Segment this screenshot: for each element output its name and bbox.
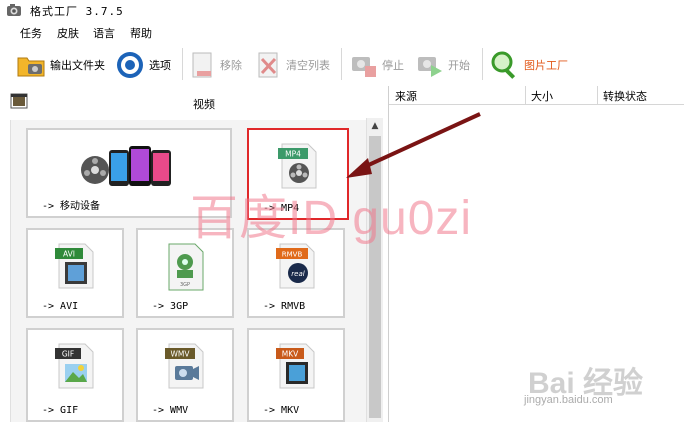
task-list-header: 来源 大小 转换状态 (389, 86, 684, 105)
wmv-badge: WMV (170, 350, 190, 359)
tile-avi[interactable]: AVI -> AVI (26, 228, 124, 318)
menu-task[interactable]: 任务 (20, 25, 42, 41)
3gp-file-icon: 3GP (168, 243, 204, 291)
options-label: 选项 (149, 59, 171, 72)
folder-icon (17, 57, 45, 77)
column-status[interactable]: 转换状态 (603, 88, 647, 104)
baidu-url: jingyan.baidu.com (524, 394, 613, 406)
mp4-badge: MP4 (285, 150, 301, 159)
start-icon (418, 57, 442, 77)
menu-language[interactable]: 语言 (93, 25, 115, 41)
clear-list-button[interactable]: 清空列表 (256, 48, 330, 82)
tile-gif-label: -> GIF (42, 405, 79, 416)
start-label: 开始 (448, 59, 470, 72)
svg-text:real: real (291, 270, 304, 278)
column-size[interactable]: 大小 (531, 88, 553, 104)
menu-skin[interactable]: 皮肤 (57, 25, 79, 41)
wmv-file-icon: WMV (165, 343, 204, 389)
tile-mobile-label: -> 移动设备 (42, 201, 101, 212)
tile-avi-label: -> AVI (42, 301, 79, 312)
menu-bar: 任务 皮肤 语言 帮助 (0, 22, 684, 42)
film-clapper-icon[interactable] (10, 92, 28, 110)
3gp-badge: 3GP (180, 282, 190, 288)
remove-button[interactable]: 移除 (190, 48, 242, 82)
start-button[interactable]: 开始 (416, 48, 470, 82)
mkv-badge: MKV (282, 350, 299, 359)
options-button[interactable]: 选项 (115, 48, 171, 82)
tile-3gp-label: -> 3GP (152, 301, 189, 312)
stop-icon (352, 57, 376, 77)
remove-label: 移除 (220, 59, 242, 72)
toolbar-separator (182, 48, 183, 80)
category-header: 视频 (0, 90, 386, 114)
toolbar: 输出文件夹 选项 移除 清空列表 停止 开始 图片工厂 (0, 42, 684, 88)
mkv-file-icon: MKV (276, 343, 315, 389)
rmvb-badge: RMVB (282, 251, 303, 259)
remove-doc-icon (192, 52, 212, 78)
watermark-text: 百度ID gu0zi (190, 192, 473, 245)
toolbar-separator (341, 48, 342, 80)
rmvb-file-icon: RMVB real (276, 243, 315, 289)
gif-badge: GIF (62, 350, 74, 359)
gif-file-icon: GIF (55, 343, 94, 389)
toolbar-separator (482, 48, 483, 80)
clear-list-label: 清空列表 (286, 59, 330, 72)
column-divider[interactable] (525, 86, 526, 104)
tile-mkv-label: -> MKV (263, 405, 300, 416)
tile-wmv[interactable]: WMV -> WMV (136, 328, 234, 422)
tile-gif[interactable]: GIF -> GIF (26, 328, 124, 422)
clear-list-icon (258, 52, 278, 78)
app-logo-icon (7, 4, 21, 16)
picture-factory-button[interactable]: 图片工厂 (490, 48, 568, 82)
annotation-arrow-icon (346, 112, 481, 178)
gear-icon (117, 52, 143, 78)
window-title: 格式工厂 3.7.5 (30, 5, 124, 18)
title-bar: 格式工厂 3.7.5 (0, 0, 684, 22)
magnifier-icon (491, 51, 516, 79)
tile-wmv-label: -> WMV (152, 405, 189, 416)
category-title: 视频 (193, 98, 215, 111)
tile-mkv[interactable]: MKV -> MKV (247, 328, 345, 422)
format-grid: -> 移动设备 MP4 -> MP4 AVI -> AVI 3GP -> 3GP… (10, 120, 367, 422)
avi-file-icon: AVI (55, 243, 94, 289)
output-folder-label: 输出文件夹 (50, 59, 105, 72)
stop-label: 停止 (382, 59, 404, 72)
column-source[interactable]: 来源 (395, 88, 417, 104)
column-divider[interactable] (597, 86, 598, 104)
mobile-device-icon (81, 146, 171, 186)
menu-help[interactable]: 帮助 (130, 25, 152, 41)
picture-factory-label: 图片工厂 (524, 59, 568, 72)
avi-badge: AVI (63, 250, 75, 259)
stop-button[interactable]: 停止 (350, 48, 404, 82)
tile-rmvb-label: -> RMVB (263, 301, 306, 312)
output-folder-button[interactable]: 输出文件夹 (16, 48, 105, 82)
